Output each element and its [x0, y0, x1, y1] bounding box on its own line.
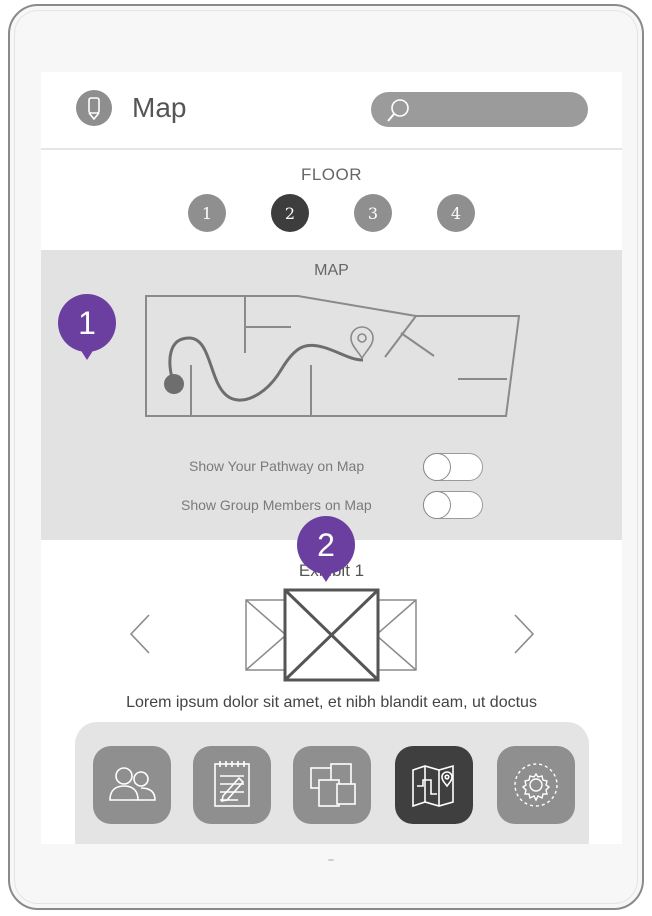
- dock-button-group[interactable]: [93, 746, 171, 824]
- annotation-marker-1: 1: [58, 294, 116, 362]
- group-toggle-label: Show Group Members on Map: [181, 497, 372, 513]
- floor-button-1[interactable]: 1: [188, 194, 226, 232]
- floor-button-2[interactable]: 2: [271, 194, 309, 232]
- location-pin-icon: [350, 326, 374, 360]
- pathway-toggle[interactable]: [423, 453, 483, 481]
- map-panel: MAP Show Your Pathway on Map Show Group …: [41, 250, 622, 540]
- chevron-right-icon[interactable]: [511, 612, 537, 656]
- notepad-icon: [214, 761, 250, 807]
- header: Map: [41, 72, 622, 150]
- map-wall: [400, 332, 435, 357]
- dock-button-gallery[interactable]: [293, 746, 371, 824]
- marker-number: 1: [78, 304, 96, 341]
- map-wall: [384, 315, 417, 358]
- floor-button-3[interactable]: 3: [354, 194, 392, 232]
- next-image-placeholder: [375, 599, 417, 671]
- group-icon: [109, 767, 156, 801]
- toggle-knob: [423, 491, 451, 519]
- map-icon: [412, 764, 454, 808]
- dock-button-notes[interactable]: [193, 746, 271, 824]
- bottom-dock: [75, 722, 589, 844]
- toggle-knob: [423, 453, 451, 481]
- exhibit-carousel[interactable]: [243, 586, 423, 686]
- pathway-start-dot: [164, 374, 184, 394]
- previous-image-placeholder: [245, 599, 287, 671]
- pathway-line: [168, 336, 364, 402]
- dock-button-map[interactable]: [395, 746, 473, 824]
- group-members-toggle[interactable]: [423, 491, 483, 519]
- dock-button-settings[interactable]: [497, 746, 575, 824]
- home-indicator: [328, 859, 334, 861]
- floor-label: FLOOR: [300, 165, 363, 184]
- chevron-left-icon[interactable]: [127, 612, 153, 656]
- map-outline: [145, 295, 521, 417]
- screen: Map FLOOR 1 2 3 4 MAP Show Your Pathway …: [41, 72, 622, 844]
- phone-icon[interactable]: [76, 90, 112, 126]
- floor-button-4[interactable]: 4: [437, 194, 475, 232]
- page-title: Map: [132, 92, 187, 123]
- exhibit-description: Lorem ipsum dolor sit amet, et nibh blan…: [126, 694, 537, 711]
- settings-icon: [514, 763, 558, 807]
- search-input[interactable]: [371, 92, 588, 127]
- search-icon: [387, 99, 409, 122]
- annotation-marker-2: 2: [297, 516, 355, 584]
- gallery-icon: [310, 763, 356, 807]
- pathway-toggle-label: Show Your Pathway on Map: [189, 458, 365, 474]
- marker-number: 2: [317, 526, 335, 563]
